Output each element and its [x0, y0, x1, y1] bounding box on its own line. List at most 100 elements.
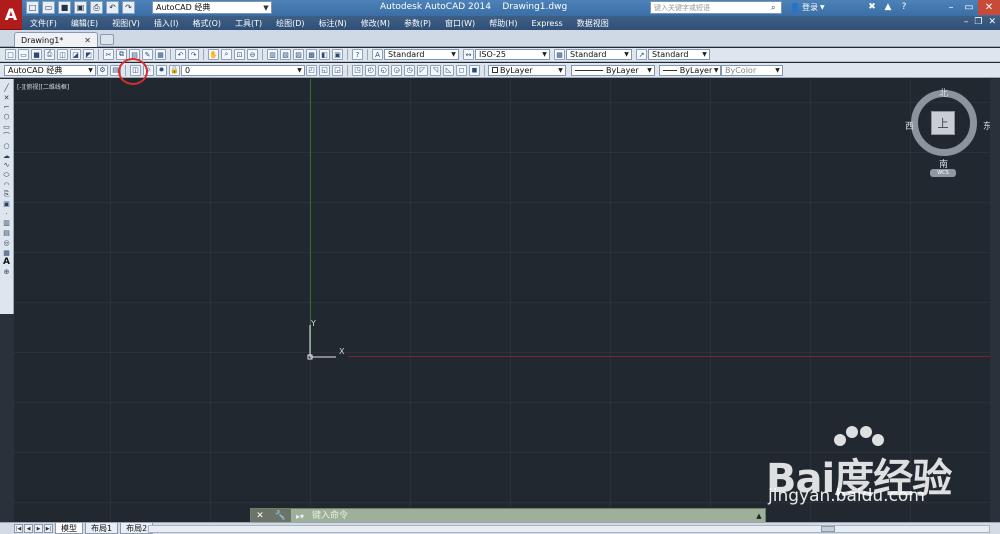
publish-icon[interactable]: ◪ [70, 49, 81, 60]
chevron-up-icon[interactable]: ▲ [753, 512, 765, 520]
undo-icon[interactable]: ↶ [175, 49, 186, 60]
menu-file[interactable]: 文件(F) [22, 18, 64, 29]
make-block-icon[interactable]: ▣ [2, 200, 12, 209]
polygon-icon[interactable]: ⬡ [2, 113, 12, 122]
open-icon[interactable]: ▭ [18, 49, 29, 60]
line-icon[interactable]: ╱ [2, 84, 12, 93]
autodesk-360-icon[interactable]: ▲ [882, 1, 894, 13]
preview-icon[interactable]: ◫ [57, 49, 68, 60]
tab-layout1[interactable]: 布局1 [85, 523, 119, 534]
plotstyle-select[interactable]: ByColor ▼ [721, 64, 783, 76]
help-icon[interactable]: ? [898, 1, 910, 13]
layer-previous-icon[interactable]: ◱ [319, 64, 330, 76]
hatch-icon[interactable]: ▥ [2, 219, 12, 228]
make-current-layer-icon[interactable]: ◰ [306, 64, 317, 76]
paste-icon[interactable]: ▤ [129, 49, 140, 60]
menu-tools[interactable]: 工具(T) [228, 18, 269, 29]
layer-tool-6-icon[interactable]: ◸ [417, 64, 428, 76]
login-button[interactable]: 👤 登录 ▼ [790, 2, 825, 13]
redo-icon[interactable]: ↷ [188, 49, 199, 60]
viewcube-west[interactable]: 西 [905, 119, 914, 132]
ellipse-arc-icon[interactable]: ◠ [2, 180, 12, 189]
lineweight-select[interactable]: ByLayer ▼ [659, 64, 721, 76]
sheet-set-icon[interactable]: ▩ [306, 49, 317, 60]
next-layout-icon[interactable]: ▶ [34, 524, 43, 533]
menu-help[interactable]: 帮助(H) [482, 18, 524, 29]
help-search-input[interactable]: 键入关键字或短语 ⌕ [650, 1, 782, 14]
new-tab-button[interactable] [100, 34, 114, 45]
dim-style-icon[interactable]: ↔ [463, 49, 474, 60]
help-icon[interactable]: ? [352, 49, 363, 60]
linetype-select[interactable]: ByLayer ▼ [571, 64, 655, 76]
gradient-icon[interactable]: ▤ [2, 229, 12, 238]
maximize-button[interactable]: ▭ [960, 0, 978, 15]
layer-tool-8-icon[interactable]: ◺ [443, 64, 454, 76]
workspace-combo[interactable]: AutoCAD 经典 ▼ [4, 64, 96, 76]
table-icon[interactable]: ▦ [2, 248, 12, 257]
table-style-icon[interactable]: ▦ [554, 49, 565, 60]
tab-drawing1[interactable]: Drawing1* ✕ [14, 32, 98, 47]
layer-properties-icon[interactable]: ◫ [130, 64, 141, 76]
layer-tool-10-icon[interactable]: ◼ [469, 64, 480, 76]
menu-dimension[interactable]: 标注(N) [312, 18, 354, 29]
menu-data-view[interactable]: 数据视图 [570, 18, 616, 29]
menu-parametric[interactable]: 参数(P) [397, 18, 438, 29]
customize-icon[interactable]: ▤ [110, 64, 121, 76]
doc-minimize-button[interactable]: – [964, 17, 969, 27]
menu-express[interactable]: Express [524, 19, 569, 28]
open-icon[interactable]: ▭ [42, 1, 55, 14]
layer-tool-4-icon[interactable]: ◶ [391, 64, 402, 76]
lock-icon[interactable]: 🔒 [169, 64, 180, 76]
dim-style-select[interactable]: ISO-25 ▼ [475, 49, 550, 60]
application-menu-button[interactable]: A [0, 0, 22, 30]
table-style-select[interactable]: Standard ▼ [566, 49, 632, 60]
tab-model[interactable]: 模型 [55, 523, 83, 534]
rectangle-icon[interactable]: ▭ [2, 122, 12, 131]
markup-icon[interactable]: ◧ [319, 49, 330, 60]
first-layout-icon[interactable]: |◀ [14, 524, 23, 533]
search-icon[interactable]: ⌕ [771, 3, 781, 13]
last-layout-icon[interactable]: ▶| [44, 524, 53, 533]
layer-select[interactable]: 0 ▼ [181, 64, 305, 76]
pan-icon[interactable]: ✋ [208, 49, 219, 60]
vertical-scrollbar[interactable] [990, 79, 1000, 522]
viewcube-north[interactable]: 北 [939, 86, 948, 99]
layer-tool-7-icon[interactable]: ◹ [430, 64, 441, 76]
close-icon[interactable]: ✕ [256, 511, 264, 521]
layer-state-icon[interactable]: ◲ [332, 64, 343, 76]
arc-icon[interactable]: ⌒ [2, 132, 12, 141]
minimize-button[interactable]: – [942, 0, 960, 15]
revision-cloud-icon[interactable]: ☁ [2, 151, 12, 160]
layer-tool-9-icon[interactable]: ◻ [456, 64, 467, 76]
design-center-icon[interactable]: ▧ [280, 49, 291, 60]
point-icon[interactable]: · [2, 210, 12, 219]
zoom-realtime-icon[interactable]: ⌕ [221, 49, 232, 60]
wrench-icon[interactable]: 🔧 [274, 511, 285, 521]
close-button[interactable]: ✕ [978, 0, 1000, 15]
redo-icon[interactable]: ↷ [122, 1, 135, 14]
save-icon[interactable]: ■ [31, 49, 42, 60]
viewcube[interactable]: 上 北 南 西 东 [905, 89, 992, 170]
horizontal-scrollbar[interactable] [148, 525, 990, 533]
layer-tool-2-icon[interactable]: ◴ [365, 64, 376, 76]
print-icon[interactable]: ⎙ [90, 1, 103, 14]
multileader-style-icon[interactable]: ↗ [636, 49, 647, 60]
multileader-style-select[interactable]: Standard ▼ [648, 49, 710, 60]
plot-icon[interactable]: ⎙ [44, 49, 55, 60]
layer-tool-3-icon[interactable]: ◵ [378, 64, 389, 76]
text-style-select[interactable]: Standard ▼ [384, 49, 459, 60]
viewcube-top-face[interactable]: 上 [931, 111, 955, 135]
text-style-icon[interactable]: A [372, 49, 383, 60]
block-editor-icon[interactable]: ▦ [155, 49, 166, 60]
zoom-previous-icon[interactable]: ⊖ [247, 49, 258, 60]
add-selected-icon[interactable]: ⊕ [2, 268, 12, 277]
command-input[interactable] [309, 509, 753, 523]
menu-modify[interactable]: 修改(M) [354, 18, 397, 29]
save-as-icon[interactable]: ▣ [74, 1, 87, 14]
layer-tool-5-icon[interactable]: ◷ [404, 64, 415, 76]
color-select[interactable]: ByLayer ▼ [488, 64, 566, 76]
prev-layout-icon[interactable]: ◀ [24, 524, 33, 533]
cut-icon[interactable]: ✂ [103, 49, 114, 60]
workspace-settings-icon[interactable]: ⚙ [97, 64, 108, 76]
scrollbar-thumb[interactable] [821, 526, 835, 532]
